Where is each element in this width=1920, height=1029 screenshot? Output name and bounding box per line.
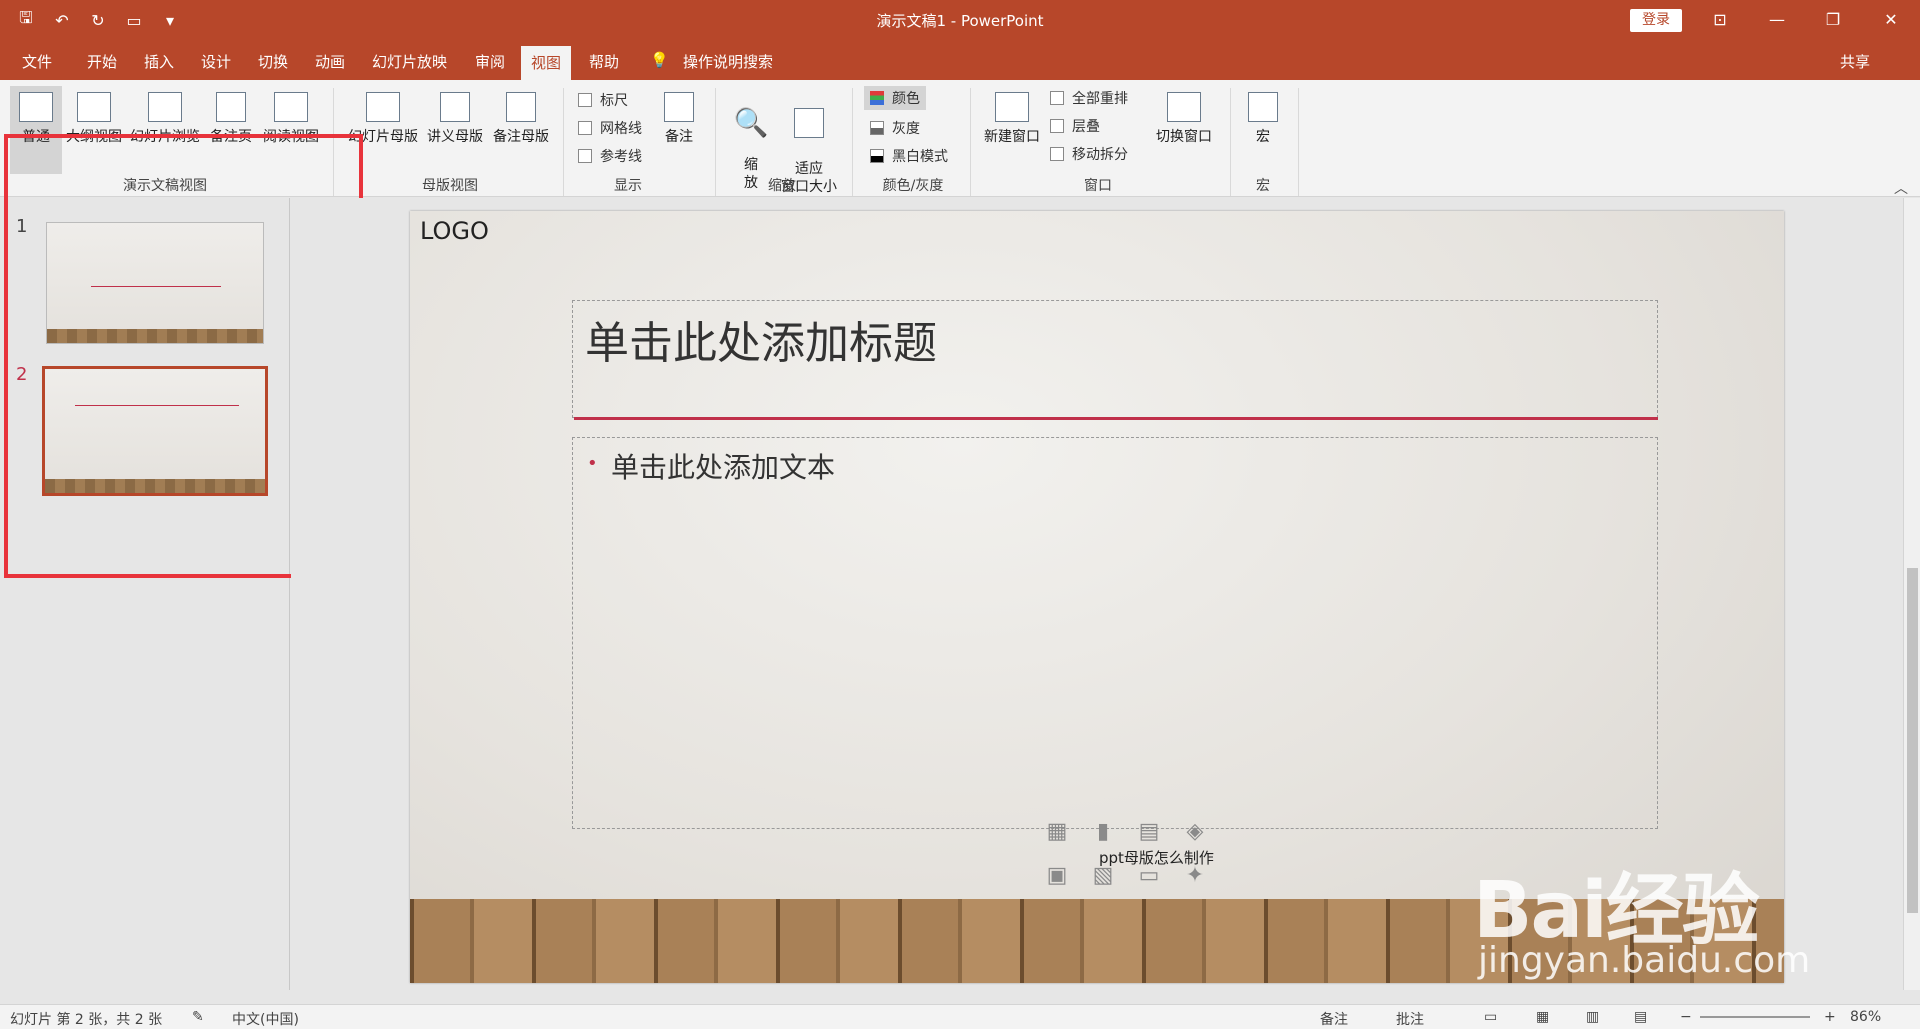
magnifier-icon: 🔍 <box>733 106 769 139</box>
group-label-zoom: 缩放 <box>768 178 796 194</box>
title-placeholder-text: 单击此处添加标题 <box>585 318 937 369</box>
notes-page-icon <box>216 92 246 122</box>
arrange-all-button[interactable]: 全部重排 <box>1050 88 1128 108</box>
notes-master-button[interactable]: 备注母版 <box>490 92 552 146</box>
sorter-view-status-icon[interactable]: ▦ <box>1536 1009 1549 1025</box>
spellcheck-icon[interactable]: ✎ <box>192 1009 204 1025</box>
bullet-icon: • <box>587 453 598 474</box>
cascade-button[interactable]: 层叠 <box>1050 116 1100 136</box>
handout-master-button[interactable]: 讲义母版 <box>424 92 486 146</box>
tab-slideshow[interactable]: 幻灯片放映 <box>372 51 447 72</box>
group-label-color: 颜色/灰度 <box>882 178 944 194</box>
lightbulb-icon: 💡 <box>650 51 669 69</box>
restore-icon[interactable]: ❐ <box>1818 8 1848 32</box>
slide-logo: LOGO <box>420 217 489 245</box>
slide-counter: 幻灯片 第 2 张，共 2 张 <box>10 1012 163 1028</box>
handout-master-icon <box>440 92 470 122</box>
grayscale-icon <box>870 121 884 135</box>
zoom-out-icon[interactable]: − <box>1680 1009 1692 1025</box>
tab-home[interactable]: 开始 <box>87 51 117 72</box>
title-bar: 🖫 ↶ ↻ ▭ ▾ 演示文稿1 - PowerPoint 登录 ⊡ — ❐ ✕ <box>0 0 1920 40</box>
switch-window-icon <box>1167 92 1201 122</box>
collapse-ribbon-icon[interactable]: ︿ <box>1894 178 1908 198</box>
black-white-icon <box>870 149 884 163</box>
ribbon-display-icon[interactable]: ⊡ <box>1705 8 1735 32</box>
macros-icon <box>1248 92 1278 122</box>
color-icon <box>870 91 884 105</box>
ruler-checkbox[interactable]: 标尺 <box>578 90 628 110</box>
notes-toggle[interactable]: 备注 <box>1320 1009 1348 1029</box>
insert-smartart-icon[interactable]: ▤ <box>1132 816 1166 846</box>
tab-animations[interactable]: 动画 <box>315 51 345 72</box>
share-button[interactable]: 共享 <box>1840 51 1870 72</box>
tell-me-search[interactable]: 操作说明搜索 <box>683 51 773 72</box>
normal-view-status-icon[interactable]: ▭ <box>1484 1009 1497 1025</box>
insert-online-picture-icon[interactable]: ▧ <box>1086 860 1120 890</box>
tab-help[interactable]: 帮助 <box>589 51 619 72</box>
group-label-master: 母版视图 <box>422 178 478 194</box>
new-window-button[interactable]: 新建窗口 <box>980 92 1044 146</box>
color-button[interactable]: 颜色 <box>864 86 926 110</box>
minimize-icon[interactable]: — <box>1762 8 1792 32</box>
tab-transitions[interactable]: 切换 <box>258 51 288 72</box>
vertical-scrollbar[interactable] <box>1903 198 1920 990</box>
zoom-slider[interactable] <box>1700 1016 1810 1018</box>
group-label-macros: 宏 <box>1256 178 1270 194</box>
arrange-all-icon <box>1050 91 1064 105</box>
insert-table-icon[interactable]: ▦ <box>1040 816 1074 846</box>
insert-picture-icon[interactable]: ▣ <box>1040 860 1074 890</box>
tab-review[interactable]: 审阅 <box>475 51 505 72</box>
reading-view-icon <box>274 92 308 122</box>
switch-window-button[interactable]: 切换窗口 <box>1150 92 1218 146</box>
baidu-watermark: Bai经验 jingyan.baidu.com <box>1473 866 1811 981</box>
guides-checkbox[interactable]: 参考线 <box>578 146 642 166</box>
move-split-button[interactable]: 移动拆分 <box>1050 144 1128 164</box>
insert-chart-icon[interactable]: ▮ <box>1086 816 1120 846</box>
tab-view[interactable]: 视图 <box>521 46 572 80</box>
ribbon-tabs: 文件 开始 插入 设计 切换 动画 幻灯片放映 审阅 视图 帮助 💡 操作说明搜… <box>0 40 1920 80</box>
close-icon[interactable]: ✕ <box>1876 8 1906 32</box>
content-placeholder[interactable]: • 单击此处添加文本 ppt母版怎么制作 ▦ ▮ ▤ ◈ ▣ ▧ ▭ ✦ <box>572 437 1658 888</box>
notes-icon <box>664 92 694 122</box>
tab-file[interactable]: 文件 <box>22 51 52 72</box>
group-label-window: 窗口 <box>1084 178 1112 194</box>
title-divider-line <box>574 417 1658 420</box>
normal-view-icon <box>19 92 53 122</box>
macros-button[interactable]: 宏 <box>1240 92 1286 146</box>
black-white-button[interactable]: 黑白模式 <box>870 146 948 166</box>
slide-master-icon <box>366 92 400 122</box>
slide-sorter-icon <box>148 92 182 122</box>
insert-content-icons: ▦ ▮ ▤ ◈ ▣ ▧ ▭ ✦ <box>1040 816 1222 890</box>
new-window-icon <box>995 92 1029 122</box>
fit-window-icon <box>794 108 824 138</box>
comments-toggle[interactable]: 批注 <box>1396 1009 1424 1029</box>
notes-master-icon <box>506 92 536 122</box>
grayscale-button[interactable]: 灰度 <box>870 118 920 138</box>
insert-icons-icon[interactable]: ✦ <box>1178 860 1212 890</box>
notes-button[interactable]: 备注 <box>656 92 702 146</box>
language-indicator[interactable]: 中文(中国) <box>232 1009 299 1029</box>
tab-insert[interactable]: 插入 <box>144 51 174 72</box>
zoom-in-icon[interactable]: + <box>1824 1009 1836 1025</box>
tab-design[interactable]: 设计 <box>201 51 231 72</box>
title-placeholder[interactable]: 单击此处添加标题 <box>572 300 1658 418</box>
zoom-level[interactable]: 86% <box>1850 1009 1881 1025</box>
group-label-show: 显示 <box>614 178 642 194</box>
scrollbar-thumb[interactable] <box>1907 568 1918 913</box>
slideshow-status-icon[interactable]: ▤ <box>1634 1009 1647 1025</box>
content-placeholder-text: 单击此处添加文本 <box>611 451 836 484</box>
login-button[interactable]: 登录 <box>1630 9 1682 32</box>
status-bar: 幻灯片 第 2 张，共 2 张 ✎ 中文(中国) 备注 批注 ▭ ▦ ▥ ▤ −… <box>0 1004 1920 1029</box>
insert-video-icon[interactable]: ▭ <box>1132 860 1166 890</box>
cascade-icon <box>1050 119 1064 133</box>
reading-view-status-icon[interactable]: ▥ <box>1586 1009 1599 1025</box>
gridlines-checkbox[interactable]: 网格线 <box>578 118 642 138</box>
insert-3d-model-icon[interactable]: ◈ <box>1178 816 1212 846</box>
outline-view-icon <box>77 92 111 122</box>
move-split-icon <box>1050 147 1064 161</box>
